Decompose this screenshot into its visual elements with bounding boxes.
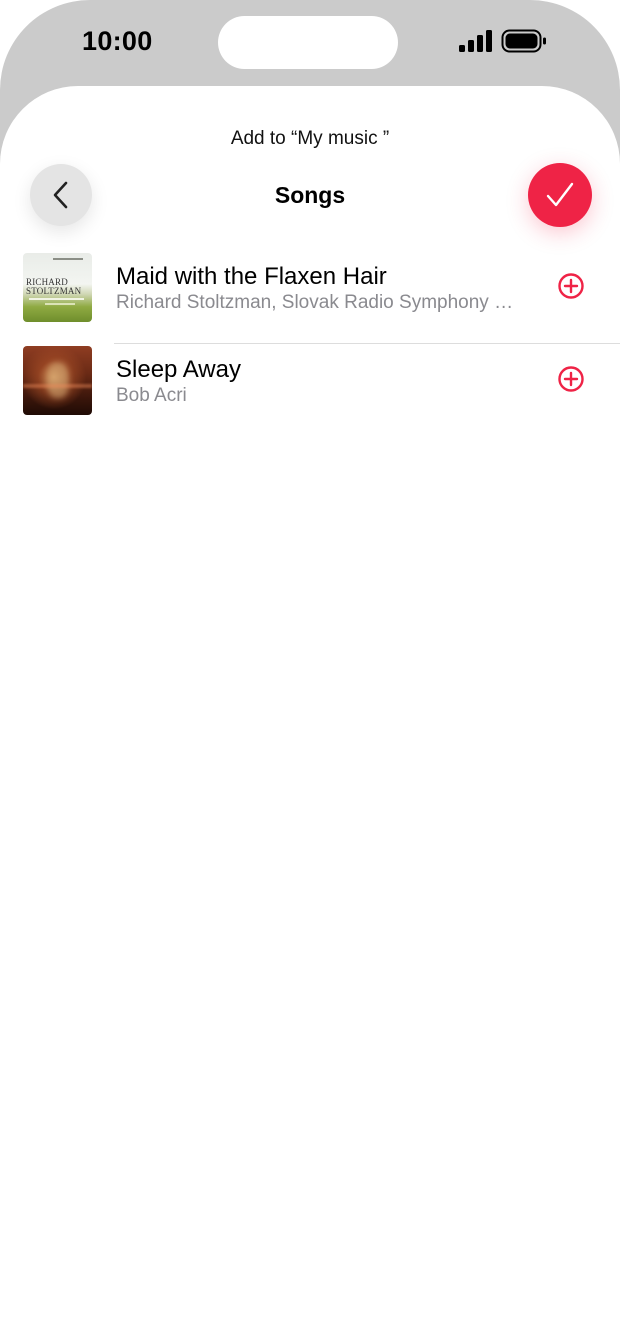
status-time: 10:00 <box>82 26 153 56</box>
song-row[interactable]: RICHARD STOLTZMAN Maid with the Flaxen H… <box>0 251 620 344</box>
song-artist: Bob Acri <box>116 385 187 406</box>
plus-circle-icon[interactable] <box>556 364 586 394</box>
album-artwork <box>23 346 92 415</box>
album-artwork-text: RICHARD STOLTZMAN <box>26 277 82 296</box>
song-title: Maid with the Flaxen Hair <box>116 263 387 290</box>
sheet-title: Songs <box>274 182 346 208</box>
cellular-signal-icon <box>459 30 492 52</box>
song-title: Sleep Away <box>116 356 241 383</box>
battery-icon <box>501 29 546 53</box>
album-artwork: RICHARD STOLTZMAN <box>23 253 92 322</box>
status-bar: 10:00 <box>0 0 620 86</box>
add-to-playlist-sheet: Add to “My music ” Songs RICHARD STOLTZM… <box>0 86 620 1344</box>
song-artist: Richard Stoltzman, Slovak Radio Symphony… <box>116 292 516 313</box>
phone-screen: 10:00 Add to “My music ” Songs RICHARD S… <box>0 0 620 1344</box>
sheet-subtitle: Add to “My music ” <box>230 128 390 149</box>
checkmark-icon <box>546 182 574 207</box>
plus-circle-icon[interactable] <box>556 271 586 301</box>
dynamic-island <box>218 16 398 69</box>
song-row[interactable]: Sleep Away Bob Acri <box>0 344 620 437</box>
song-list: RICHARD STOLTZMAN Maid with the Flaxen H… <box>0 251 620 437</box>
done-button[interactable] <box>528 163 592 227</box>
